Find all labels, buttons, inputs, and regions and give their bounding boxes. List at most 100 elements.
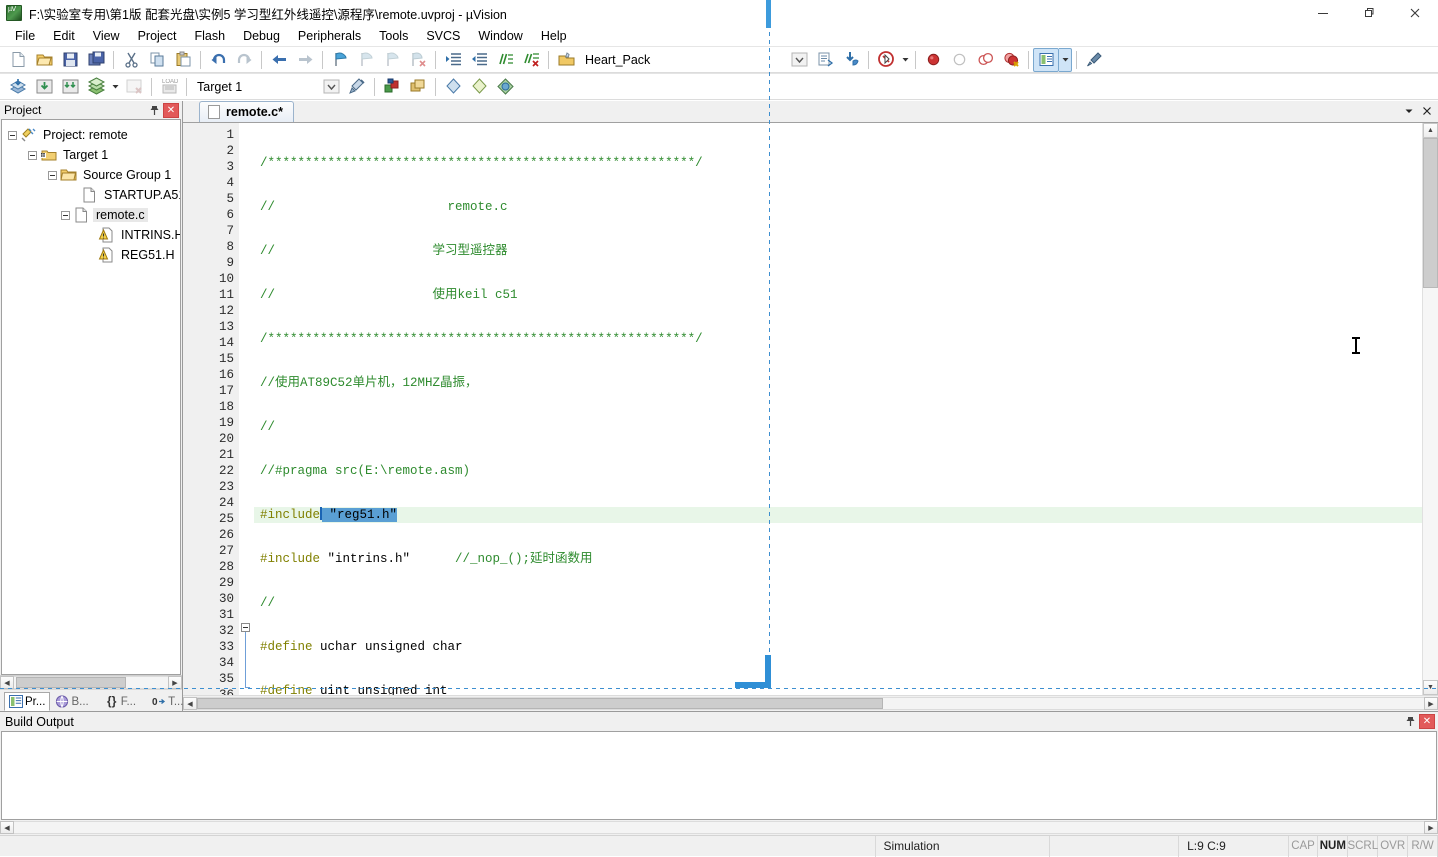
save-all-icon[interactable]: [83, 48, 109, 72]
scrollbar-track[interactable]: [1423, 138, 1438, 680]
expander-icon[interactable]: [28, 150, 37, 160]
build-icon[interactable]: [31, 75, 57, 99]
pack-selector-value[interactable]: Heart_Pack: [579, 53, 656, 67]
fold-toggle-icon[interactable]: [241, 623, 250, 632]
save-icon[interactable]: [57, 48, 83, 72]
templates-icon[interactable]: [492, 75, 518, 99]
scroll-right-arrow-icon[interactable]: ▶: [1424, 821, 1438, 834]
tree-item-remote-c[interactable]: remote.c: [2, 205, 180, 225]
scroll-left-arrow-icon[interactable]: ◀: [183, 697, 197, 710]
redo-icon[interactable]: [231, 48, 257, 72]
target-selector-value[interactable]: Target 1: [191, 80, 248, 94]
tree-item-intrins-h[interactable]: INTRINS.H: [2, 225, 180, 245]
pack-installer-icon[interactable]: [812, 48, 838, 72]
code-line-current[interactable]: #include "reg51.h": [254, 507, 1422, 523]
uncomment-icon[interactable]: [518, 48, 544, 72]
close-icon[interactable]: ✕: [1419, 714, 1435, 729]
build-output-text[interactable]: [1, 731, 1437, 820]
editor-vertical-scrollbar[interactable]: ▲ ▼: [1422, 123, 1438, 695]
cut-icon[interactable]: [118, 48, 144, 72]
batch-build-dropdown-icon[interactable]: [109, 75, 121, 99]
scrollbar-track[interactable]: [14, 821, 1424, 834]
pin-icon[interactable]: [145, 102, 163, 118]
expander-icon[interactable]: [48, 170, 57, 180]
menu-debug[interactable]: Debug: [234, 27, 289, 46]
tree-item-startup-a51[interactable]: STARTUP.A51: [2, 185, 180, 205]
menu-edit[interactable]: Edit: [44, 27, 84, 46]
rebuild-icon[interactable]: [57, 75, 83, 99]
menu-tools[interactable]: Tools: [370, 27, 417, 46]
code-text[interactable]: /***************************************…: [254, 123, 1422, 695]
navigate-back-icon[interactable]: [266, 48, 292, 72]
close-button[interactable]: [1392, 0, 1438, 26]
menu-project[interactable]: Project: [129, 27, 186, 46]
disable-breakpoint-icon[interactable]: [946, 48, 972, 72]
project-tree-hscrollbar[interactable]: ◀ ▶: [0, 675, 182, 689]
manage-project-items-icon[interactable]: [553, 48, 579, 72]
close-icon[interactable]: [1418, 102, 1436, 120]
tab-functions[interactable]: {} F...: [100, 692, 141, 711]
undo-icon[interactable]: [205, 48, 231, 72]
bookmark-next-icon[interactable]: [379, 48, 405, 72]
functions-icon[interactable]: [466, 75, 492, 99]
stop-build-icon[interactable]: [121, 75, 147, 99]
tree-item-project[interactable]: Project: remote: [2, 125, 180, 145]
close-icon[interactable]: ✕: [163, 102, 179, 118]
dropdown-arrow-icon[interactable]: [899, 48, 911, 72]
batch-build-icon[interactable]: [83, 75, 109, 99]
code-folding-column[interactable]: [240, 123, 254, 695]
tab-books[interactable]: B...: [50, 692, 93, 711]
books-icon[interactable]: [440, 75, 466, 99]
open-file-icon[interactable]: [31, 48, 57, 72]
expander-icon[interactable]: [8, 130, 17, 140]
menu-flash[interactable]: Flash: [185, 27, 234, 46]
tree-item-target[interactable]: Target 1: [2, 145, 180, 165]
load-icon[interactable]: LOAD: [156, 75, 182, 99]
editor-horizontal-scrollbar[interactable]: ◀ ▶: [183, 695, 1438, 711]
scrollbar-thumb[interactable]: [16, 677, 126, 688]
run-pack-icon[interactable]: [838, 48, 864, 72]
expander-icon[interactable]: [61, 210, 70, 220]
build-output-hscrollbar[interactable]: ◀ ▶: [0, 820, 1438, 835]
minimize-button[interactable]: [1300, 0, 1346, 26]
pin-icon[interactable]: [1401, 714, 1419, 730]
scroll-right-arrow-icon[interactable]: ▶: [1424, 697, 1438, 710]
code-editor[interactable]: 1 2 3 4 5 6 7 8 9 10 11 12 13 14 15 16 1…: [183, 123, 1438, 695]
comment-icon[interactable]: [492, 48, 518, 72]
maximize-button[interactable]: [1346, 0, 1392, 26]
window-dropdown-icon[interactable]: [1059, 47, 1073, 72]
menu-peripherals[interactable]: Peripherals: [289, 27, 370, 46]
manage-multi-project-icon[interactable]: [405, 75, 431, 99]
disable-all-breakpoints-icon[interactable]: [972, 48, 998, 72]
scrollbar-track[interactable]: [197, 697, 1424, 710]
indent-icon[interactable]: [440, 48, 466, 72]
target-options-icon[interactable]: [344, 75, 370, 99]
translate-icon[interactable]: [5, 75, 31, 99]
menu-view[interactable]: View: [84, 27, 129, 46]
menu-window[interactable]: Window: [469, 27, 531, 46]
project-tree[interactable]: Project: remote Target 1 Source Group 1: [1, 119, 181, 675]
kill-all-breakpoints-icon[interactable]: [998, 48, 1024, 72]
configure-icon[interactable]: [1081, 48, 1107, 72]
copy-icon[interactable]: [144, 48, 170, 72]
bookmark-prev-icon[interactable]: [353, 48, 379, 72]
bookmark-clear-icon[interactable]: [405, 48, 431, 72]
target-chevron-down-icon[interactable]: [318, 75, 344, 99]
tab-remote-c[interactable]: remote.c*: [199, 101, 294, 122]
insert-breakpoint-icon[interactable]: [920, 48, 946, 72]
new-file-icon[interactable]: [5, 48, 31, 72]
scrollbar-thumb[interactable]: [197, 698, 883, 709]
scrollbar-thumb[interactable]: [1423, 138, 1438, 288]
outdent-icon[interactable]: [466, 48, 492, 72]
manage-components-icon[interactable]: [379, 75, 405, 99]
chevron-down-icon[interactable]: [786, 48, 812, 72]
bookmark-toggle-icon[interactable]: [327, 48, 353, 72]
tree-item-reg51-h[interactable]: REG51.H: [2, 245, 180, 265]
project-window-icon[interactable]: [1033, 47, 1060, 72]
scroll-left-arrow-icon[interactable]: ◀: [0, 821, 14, 834]
tree-item-source-group[interactable]: Source Group 1: [2, 165, 180, 185]
menu-svcs[interactable]: SVCS: [417, 27, 469, 46]
menu-help[interactable]: Help: [532, 27, 576, 46]
paste-icon[interactable]: [170, 48, 196, 72]
start-debug-icon[interactable]: [873, 48, 899, 72]
